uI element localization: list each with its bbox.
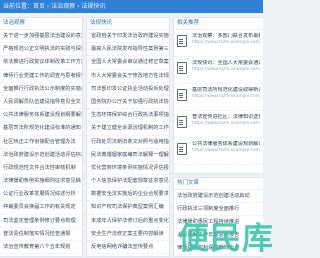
document-icon: [177, 89, 187, 101]
breadcrumb[interactable]: 当前位置：首页 › 法治观察 › 法规快讯: [3, 2, 105, 11]
hot-article-link[interactable]: 法治政府建设示范创建活动启动: [174, 190, 263, 203]
middle-article-link[interactable]: 国务院办公厅关于加强行政执法协调监督的意见: [87, 96, 169, 110]
left-article-panel: 法治观察 关于进一步加强基层法治建设的意见解读严格规范公正文明执法的实践与探索依…: [0, 17, 83, 257]
recommend-item-text: 普法宣传进社区：法律知识送到百姓家https://www.fazhi.examp…: [192, 114, 260, 127]
recommend-item-url: https://www.fazhi.example.com/news/a4: [192, 120, 260, 126]
middle-article-link[interactable]: 民法典婚姻家庭编司法解释一理解与适用: [87, 149, 169, 162]
left-article-link[interactable]: 依法推进行政复议体制改革工作方案: [0, 56, 82, 70]
recommend-item-title[interactable]: 普法宣传进社区：法律知识送到百姓家: [192, 114, 260, 121]
recommend-item-title[interactable]: 公共法律服务体系建设规划解读: [192, 141, 260, 148]
recommend-item-text: 法治观察：多部门联合发布最新实施办法https://www.fazhi.exam…: [192, 33, 260, 46]
middle-article-link[interactable]: 优化营商环境条例实施情况评估报告: [87, 162, 169, 176]
site-watermark-logo: 便民库: [178, 221, 274, 257]
document-icon: [177, 143, 187, 155]
middle-article-link[interactable]: 知识产权司法保护典型案例汇编: [87, 201, 169, 215]
recommend-panel-title: 相关推荐: [174, 18, 263, 30]
recommend-item[interactable]: 基层司法所规范化建设取得新进展https://www.fazhi.example…: [174, 84, 263, 111]
recommend-item[interactable]: 公共法律服务体系建设规划解读 https://www.fazhi.example.…: [174, 138, 263, 165]
recommend-item[interactable]: 法治观察：多部门联合发布最新实施办法https://www.fazhi.exam…: [174, 30, 263, 57]
left-article-link[interactable]: 法律援助条例实施细则征求意见稿: [0, 175, 82, 189]
recommend-item-url: https://www.fazhi.example.com/news/a1: [192, 39, 260, 45]
left-article-link[interactable]: 社区矫正工作衔接配合管理办法: [0, 136, 82, 149]
middle-article-panel: 法规快讯 省政府关于印发法治政府建设实施纲要的通知最高人民法院发布指导性案例第三…: [86, 17, 170, 257]
recommend-panel: 相关推荐 法治观察：多部门联合发布最新实施办法https://www.fazhi…: [173, 17, 263, 174]
left-article-link[interactable]: 严格规范公正文明执法的实践与探索: [0, 43, 82, 57]
document-icon: [177, 62, 187, 74]
middle-article-link[interactable]: 关于建立健全诉源治理机制的工作意见: [87, 122, 169, 136]
left-panel-title: 法治观察: [0, 18, 82, 30]
top-navigation-bar: 当前位置：首页 › 法治观察 › 法规快讯: [0, 0, 263, 13]
left-article-link[interactable]: 司法鉴定管理条例修订要点梳理: [0, 215, 82, 228]
recommend-item-text: 法规快讯：全国人大常委会通过多项决定https://www.fazhi.exam…: [192, 60, 260, 73]
recommend-item-title[interactable]: 法规快讯：全国人大常委会通过多项决定: [192, 60, 260, 67]
left-article-link[interactable]: 普法责任制落实情况检查通报: [0, 228, 82, 241]
recommend-list: 法治观察：多部门联合发布最新实施办法https://www.fazhi.exam…: [174, 30, 263, 165]
middle-panel-title: 法规快讯: [87, 18, 169, 30]
middle-article-link[interactable]: 安全生产法修正案主要内容解读: [87, 228, 169, 241]
recommend-item-text: 基层司法所规范化建设取得新进展https://www.fazhi.example…: [192, 87, 260, 100]
middle-article-link[interactable]: 数据安全法实施后的企业合规要求: [87, 188, 169, 202]
left-article-link[interactable]: 公证行业改革发展情况综述分析: [0, 188, 82, 202]
middle-article-link[interactable]: 生态环境保护综合行政执法事项指导目录: [87, 109, 169, 123]
recommend-item-title[interactable]: 法治观察：多部门联合发布最新实施办法: [192, 33, 260, 40]
left-article-link[interactable]: 关于进一步加强基层法治建设的意见解读: [0, 30, 82, 44]
middle-article-list: 省政府关于印发法治政府建设实施纲要的通知最高人民法院发布指导性案例第三十批全国人…: [87, 30, 169, 256]
middle-article-link[interactable]: 省政府关于印发法治政府建设实施纲要的通知: [87, 30, 169, 44]
middle-article-link[interactable]: 市人大常委会关于修改地方性法规的决定: [87, 70, 169, 83]
recommend-item[interactable]: 普法宣传进社区：法律知识送到百姓家https://www.fazhi.examp…: [174, 111, 263, 138]
left-article-link[interactable]: 公共法律服务体系建设规划纲要解读: [0, 109, 82, 123]
left-article-list: 关于进一步加强基层法治建设的意见解读严格规范公正文明执法的实践与探索依法推进行政…: [0, 30, 82, 256]
left-article-link[interactable]: 人民调解员队伍建设指导意见全文: [0, 96, 82, 110]
middle-article-link[interactable]: 行政处罚法新旧条文对照与适用指引: [87, 136, 169, 149]
left-article-link[interactable]: 法治政府建设示范创建活动评估标准: [0, 149, 82, 162]
left-article-link[interactable]: 行政规范性文件合法性审核机制: [0, 162, 82, 176]
left-article-link[interactable]: 仲裁委员会换届工作的有关规定: [0, 201, 82, 215]
middle-article-link[interactable]: 未成年人保护法修订后的重点变化: [87, 215, 169, 228]
middle-article-link[interactable]: 全国人大常委会审议通过修正草案: [87, 56, 169, 70]
recommend-item-url: https://www.fazhi.example.com/news/a3: [192, 93, 260, 99]
middle-article-link[interactable]: 最高人民法院发布指导性案例第三十批: [87, 43, 169, 57]
recommend-item-text: 公共法律服务体系建设规划解读 https://www.fazhi.example.…: [192, 141, 260, 154]
left-article-link[interactable]: 法治宣传教育第八个五年规划: [0, 241, 82, 255]
middle-article-link[interactable]: 个人信息保护法配套规章征求意见公告: [87, 175, 169, 189]
left-article-link[interactable]: 基层司法所规范化建设标准的通知: [0, 122, 82, 136]
left-article-link[interactable]: 全面推行行政执法公示制度的实施办法: [0, 83, 82, 96]
middle-article-link[interactable]: 司法部印发公证执业活动投诉处理办法: [87, 83, 169, 96]
recommend-item[interactable]: 法规快讯：全国人大常委会通过多项决定https://www.fazhi.exam…: [174, 57, 263, 84]
hot-panel-title: 热门文章: [174, 178, 263, 190]
recommend-item-url: https://www.fazhi.example.com/news/a2: [192, 66, 260, 72]
recommend-item-title[interactable]: 基层司法所规范化建设取得新进展: [192, 87, 260, 94]
middle-article-link[interactable]: 反电信网络诈骗法宣传要点: [87, 241, 169, 255]
left-article-link[interactable]: 律师行业党建工作的调查与思考报告: [0, 70, 82, 83]
recommend-item-url: https://www.fazhi.example.com/news/a5: [192, 147, 260, 153]
document-icon: [177, 116, 187, 128]
document-icon: [177, 35, 187, 47]
